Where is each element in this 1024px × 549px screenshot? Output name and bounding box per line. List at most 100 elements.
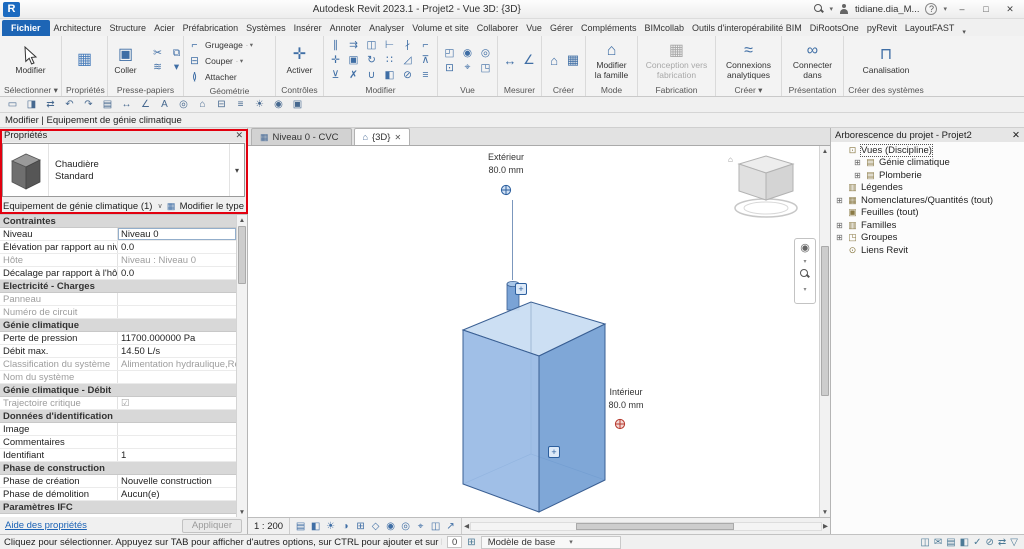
property-row[interactable]: Élévation par rapport au nive... 0.0 xyxy=(0,241,236,254)
edit-family-button[interactable]: ⌂ Modifier la famille xyxy=(592,40,632,80)
panel-creer-2-label[interactable]: Créer ▾ xyxy=(716,84,781,96)
ribbon-tab[interactable]: Architecture xyxy=(50,20,106,36)
exclude-options-icon[interactable]: ⊘ xyxy=(986,537,994,548)
project-browser-close-icon[interactable]: ✕ xyxy=(1012,130,1020,141)
crop-region-visibility-icon[interactable]: ◇ xyxy=(368,521,383,532)
thin-lines-icon[interactable]: ≡ xyxy=(232,98,249,112)
press-drag-icon[interactable]: ⇄ xyxy=(998,537,1006,548)
temporary-hide-isolate-icon[interactable]: ◉ xyxy=(383,521,398,532)
cut-geometry-icon[interactable]: ⊘ xyxy=(399,68,416,83)
sync-icon[interactable]: ⇄ xyxy=(42,98,59,112)
property-row[interactable]: Commentaires xyxy=(0,436,236,449)
type-selector[interactable]: Chaudière Standard ▾ xyxy=(2,143,245,197)
steering-wheel-icon[interactable]: ◉ xyxy=(800,242,810,254)
property-value[interactable]: Alimentation hydraulique,Ret... xyxy=(118,358,236,370)
ribbon-tab[interactable]: Compléments xyxy=(577,20,641,36)
canvas-scroll-down-icon[interactable]: ▼ xyxy=(822,507,828,517)
property-value[interactable] xyxy=(118,371,236,383)
displacement-icon[interactable]: ↗ xyxy=(443,521,458,532)
match-type-icon[interactable]: ≋ xyxy=(149,60,167,74)
ribbon-tab[interactable]: Volume et site xyxy=(408,20,473,36)
hscrollbar-thumb[interactable] xyxy=(576,522,734,530)
text-icon[interactable]: A xyxy=(156,98,173,112)
unpin-icon[interactable]: ⊻ xyxy=(327,68,344,83)
cut-profile-icon[interactable]: ⊡ xyxy=(441,60,458,75)
view-tab[interactable]: ▦ Niveau 0 - CVC xyxy=(251,128,352,145)
property-row[interactable]: Panneau xyxy=(0,293,236,306)
property-row[interactable]: Numéro de circuit xyxy=(0,306,236,319)
tree-expander-icon[interactable]: ⊞ xyxy=(853,171,862,180)
delete-icon[interactable]: ✗ xyxy=(345,68,362,83)
ribbon-tab[interactable]: Préfabrication xyxy=(179,20,243,36)
property-row[interactable]: Contraintes xyxy=(0,215,236,228)
copy-icon[interactable]: ▣ xyxy=(345,53,362,68)
property-value[interactable] xyxy=(118,306,236,318)
property-row[interactable]: Niveau Niveau 0 xyxy=(0,228,236,241)
property-row[interactable]: Décalage par rapport à l'hôte 0.0 xyxy=(0,267,236,280)
property-row[interactable]: Phase de démolition Aucun(e) xyxy=(0,488,236,501)
type-selector-chevron-icon[interactable]: ▾ xyxy=(229,144,244,196)
top-connector-handle-icon[interactable]: + xyxy=(515,283,527,295)
interior-connector-icon[interactable] xyxy=(614,418,626,433)
tree-item[interactable]: ⊙ Liens Revit xyxy=(831,244,1024,257)
tree-expander-icon[interactable]: ⊞ xyxy=(853,158,862,167)
print-icon[interactable]: ▤ xyxy=(99,98,116,112)
property-value[interactable]: Nouvelle construction xyxy=(118,475,236,487)
properties-help-link[interactable]: Aide des propriétés xyxy=(5,520,87,531)
rotate-icon[interactable]: ↻ xyxy=(363,53,380,68)
align-icon[interactable]: ∥ xyxy=(327,38,344,53)
ribbon-tab[interactable]: LayoutFAST xyxy=(901,20,959,36)
join-icon[interactable]: ∪ xyxy=(363,68,380,83)
property-row[interactable]: Données d'identification xyxy=(0,410,236,423)
offset-icon[interactable]: ⇉ xyxy=(345,38,362,53)
ribbon-tab[interactable]: Annoter xyxy=(326,20,366,36)
hide-category-icon[interactable]: ◰ xyxy=(441,45,458,60)
paste-options-icon[interactable]: ▾ xyxy=(168,60,186,74)
property-value[interactable]: 1 xyxy=(118,449,236,461)
tree-item[interactable]: ⊞ ◳ Groupes xyxy=(831,232,1024,245)
open-icon[interactable]: ▭ xyxy=(4,98,21,112)
paste-button[interactable]: ▣ Coller xyxy=(106,45,146,76)
property-row[interactable]: Génie climatique xyxy=(0,319,236,332)
property-row[interactable]: Paramètres IFC xyxy=(0,501,236,514)
switch-windows-icon[interactable]: ▣ xyxy=(289,98,306,112)
split-icon[interactable]: ∤ xyxy=(399,38,416,53)
tab-fichier[interactable]: Fichier xyxy=(2,20,50,36)
view-tab[interactable]: ⌂ {3D} ✕ xyxy=(353,128,411,145)
ribbon-tab[interactable]: DiRootsOne xyxy=(806,20,863,36)
join-button[interactable]: ≬ Attacher xyxy=(187,69,237,84)
tree-expander-icon[interactable]: ⊞ xyxy=(835,233,844,242)
dimension-icon[interactable]: ∠ xyxy=(520,50,538,70)
property-value[interactable]: 0.0 xyxy=(118,267,236,279)
restore-button[interactable]: □ xyxy=(977,2,995,17)
ribbon-tab[interactable]: pyRevit xyxy=(863,20,901,36)
move-icon[interactable]: ✛ xyxy=(327,53,344,68)
property-row[interactable]: Perte de pression 11700.000000 Pa xyxy=(0,332,236,345)
crop-view-icon[interactable]: ⊞ xyxy=(353,521,368,532)
apply-button[interactable]: Appliquer xyxy=(181,518,242,533)
property-row[interactable]: Electricité - Charges xyxy=(0,280,236,293)
selection-filter-icon[interactable]: ▽ xyxy=(1010,537,1018,548)
property-row[interactable]: Nom du système xyxy=(0,371,236,384)
undo-icon[interactable]: ↶ xyxy=(61,98,78,112)
analytical-connections-button[interactable]: ≈ Connexions analytiques xyxy=(726,40,771,80)
search-chevron-icon[interactable]: ▾ xyxy=(830,5,834,13)
create-similar-icon[interactable]: ⌂ xyxy=(545,50,563,70)
base-model-dropdown[interactable]: Modèle de base ▾ xyxy=(480,535,621,549)
paint-icon[interactable]: ◧ xyxy=(381,68,398,83)
property-value[interactable] xyxy=(116,410,236,422)
ribbon-tab[interactable]: Analyser xyxy=(365,20,408,36)
drawing-canvas[interactable]: Extérieur 80.0 mm + + Intérieur 80.0 mm … xyxy=(248,146,819,517)
property-value[interactable]: Aucun(e) xyxy=(118,488,236,500)
minimize-button[interactable]: – xyxy=(953,2,971,17)
redo-icon[interactable]: ↷ xyxy=(80,98,97,112)
worksharing-icon[interactable]: ◫ xyxy=(920,537,929,548)
reveal-hidden-icon[interactable]: ◎ xyxy=(477,45,494,60)
worksets-icon[interactable]: ▤ xyxy=(946,537,955,548)
cut-icon[interactable]: ✂ xyxy=(149,46,167,60)
ribbon-tab[interactable]: BIMcollab xyxy=(640,20,688,36)
property-value[interactable] xyxy=(59,215,236,227)
scrollbar-thumb[interactable] xyxy=(238,226,246,284)
help-chevron-icon[interactable]: ▾ xyxy=(943,5,947,13)
pipe-button[interactable]: ⊓ Canalisation xyxy=(863,45,910,76)
